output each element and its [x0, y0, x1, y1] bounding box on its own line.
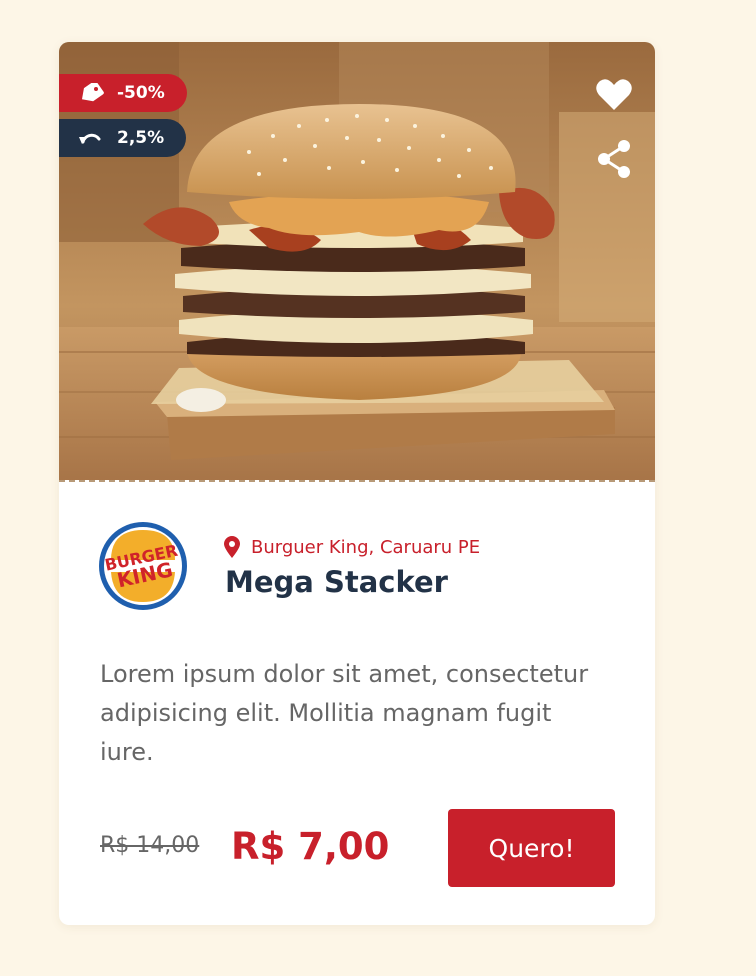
cashback-badge: 2,5%	[59, 119, 187, 157]
heart-icon[interactable]	[593, 74, 635, 116]
discount-badge: -50%	[59, 74, 187, 112]
product-title: Mega Stacker	[225, 565, 448, 599]
share-icon[interactable]	[593, 138, 635, 180]
location-text: Burguer King, Caruaru PE	[251, 536, 481, 558]
offer-card[interactable]: -50% 2,5% BURGER KING Burguer King, Caru…	[59, 42, 655, 925]
brand-logo: BURGER KING	[97, 520, 189, 612]
location: Burguer King, Caruaru PE	[223, 535, 480, 559]
cashback-label: 2,5%	[117, 128, 165, 148]
product-image: -50% 2,5%	[59, 42, 655, 482]
new-price: R$ 7,00	[231, 825, 390, 868]
map-pin-icon	[224, 536, 240, 558]
product-description: Lorem ipsum dolor sit amet, consectetur …	[100, 660, 589, 766]
old-price: R$ 14,00	[100, 833, 200, 858]
quero-button[interactable]: Quero!	[448, 809, 615, 887]
tag-icon	[77, 82, 105, 104]
discount-label: -50%	[117, 83, 165, 103]
undo-icon	[77, 127, 105, 149]
